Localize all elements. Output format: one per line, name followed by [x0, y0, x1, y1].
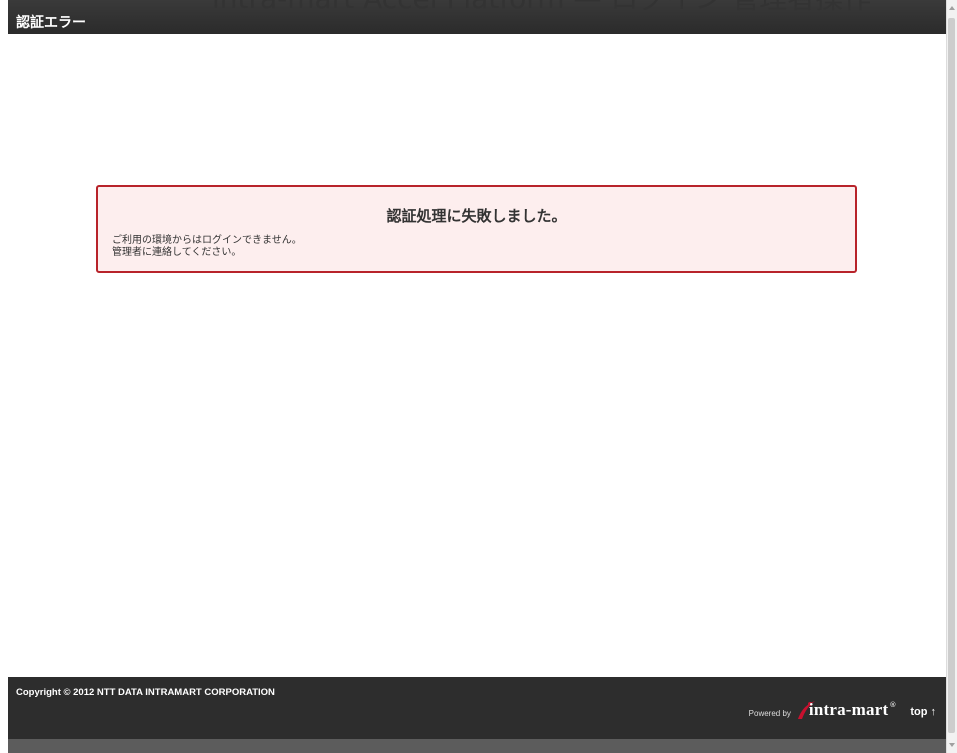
error-title: 認証処理に失敗しました。: [386, 207, 567, 225]
powered-by-label: Powered by: [748, 708, 791, 718]
powered-by: Powered by intra-mart ® top ↑: [749, 699, 936, 721]
intra-mart-logo[interactable]: intra-mart ®: [795, 699, 896, 721]
page: intra-mart Accel Platform — ログイン 管理者操作 認…: [0, 0, 957, 753]
page-title: 認証エラー: [16, 15, 86, 31]
clipped-document-heading: intra-mart Accel Platform — ログイン 管理者操作: [212, 0, 957, 12]
back-to-top-link[interactable]: top ↑: [910, 706, 936, 718]
error-message-line: ご利用の環境からはログインできません。: [112, 235, 302, 246]
error-message: ご利用の環境からはログインできません。 管理者に連絡してください。: [112, 235, 302, 259]
logo-text: intra-mart: [808, 700, 889, 719]
bottom-strip: [8, 739, 946, 753]
scrollbar-thumb[interactable]: [948, 18, 955, 733]
page-left-margin: [0, 0, 8, 753]
error-message-box: 認証処理に失敗しました。 ご利用の環境からはログインできません。 管理者に連絡し…: [96, 185, 857, 273]
footer: Copyright © 2012 NTT DATA INTRAMART CORP…: [8, 677, 946, 739]
copyright-text: Copyright © 2012 NTT DATA INTRAMART CORP…: [16, 687, 275, 698]
registered-mark: ®: [889, 701, 897, 709]
main-content: 認証処理に失敗しました。 ご利用の環境からはログインできません。 管理者に連絡し…: [8, 34, 946, 677]
error-message-line: 管理者に連絡してください。: [112, 247, 242, 258]
vertical-scrollbar[interactable]: [946, 0, 957, 753]
scroll-down-arrow-icon[interactable]: [949, 743, 955, 747]
